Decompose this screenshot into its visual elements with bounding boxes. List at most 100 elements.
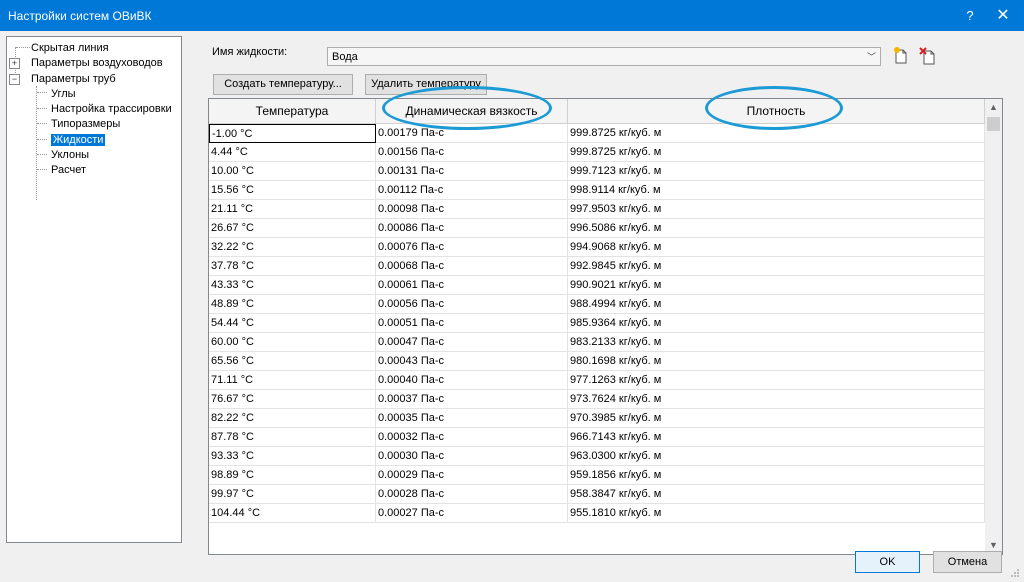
cell-density[interactable]: 992.9845 кг/куб. м <box>568 257 985 276</box>
ok-button[interactable]: OK <box>855 551 920 573</box>
table-row[interactable]: 10.00 °C 0.00131 Па-с 999.7123 кг/куб. м <box>209 162 985 181</box>
table-row[interactable]: 60.00 °C 0.00047 Па-с 983.2133 кг/куб. м <box>209 333 985 352</box>
help-button[interactable]: ? <box>960 6 980 26</box>
table-row[interactable]: 76.67 °C 0.00037 Па-с 973.7624 кг/куб. м <box>209 390 985 409</box>
cell-density[interactable]: 963.0300 кг/куб. м <box>568 447 985 466</box>
vertical-scrollbar[interactable]: ▲ ▼ <box>985 99 1002 554</box>
table-row[interactable]: 26.67 °C 0.00086 Па-с 996.5086 кг/куб. м <box>209 219 985 238</box>
cell-viscosity[interactable]: 0.00061 Па-с <box>376 276 568 295</box>
tree-item[interactable]: Углы <box>51 87 76 101</box>
cell-temperature[interactable]: 32.22 °C <box>209 238 376 257</box>
table-row[interactable]: 65.56 °C 0.00043 Па-с 980.1698 кг/куб. м <box>209 352 985 371</box>
cell-viscosity[interactable]: 0.00047 Па-с <box>376 333 568 352</box>
tree-item[interactable]: Настройка трассировки <box>51 102 172 116</box>
delete-temperature-button[interactable]: Удалить температуру <box>365 74 487 95</box>
cancel-button[interactable]: Отмена <box>933 551 1002 573</box>
table-row[interactable]: 93.33 °C 0.00030 Па-с 963.0300 кг/куб. м <box>209 447 985 466</box>
cell-temperature[interactable]: 60.00 °C <box>209 333 376 352</box>
cell-viscosity[interactable]: 0.00076 Па-с <box>376 238 568 257</box>
cell-density[interactable]: 999.8725 кг/куб. м <box>568 143 985 162</box>
fluid-name-select[interactable]: Вода ﹀ <box>327 47 881 66</box>
table-row[interactable]: 43.33 °C 0.00061 Па-с 990.9021 кг/куб. м <box>209 276 985 295</box>
delete-fluid-button[interactable] <box>918 46 938 66</box>
cell-viscosity[interactable]: 0.00068 Па-с <box>376 257 568 276</box>
header-density[interactable]: Плотность <box>568 99 985 124</box>
tree-item[interactable]: Параметры воздуховодов <box>31 56 163 70</box>
cell-temperature[interactable]: 76.67 °C <box>209 390 376 409</box>
cell-density[interactable]: 996.5086 кг/куб. м <box>568 219 985 238</box>
cell-density[interactable]: 973.7624 кг/куб. м <box>568 390 985 409</box>
table-row[interactable]: 99.97 °C 0.00028 Па-с 958.3847 кг/куб. м <box>209 485 985 504</box>
resize-grip-icon[interactable] <box>1008 566 1020 578</box>
cell-density[interactable]: 958.3847 кг/куб. м <box>568 485 985 504</box>
cell-viscosity[interactable]: 0.00028 Па-с <box>376 485 568 504</box>
cell-temperature[interactable]: 71.11 °C <box>209 371 376 390</box>
tree-item[interactable]: Типоразмеры <box>51 117 120 131</box>
table-row[interactable]: 15.56 °C 0.00112 Па-с 998.9114 кг/куб. м <box>209 181 985 200</box>
tree-item[interactable]: Расчет <box>51 163 86 177</box>
table-row[interactable]: 54.44 °C 0.00051 Па-с 985.9364 кг/куб. м <box>209 314 985 333</box>
cell-viscosity[interactable]: 0.00037 Па-с <box>376 390 568 409</box>
cell-viscosity[interactable]: 0.00156 Па-с <box>376 143 568 162</box>
cell-density[interactable]: 999.7123 кг/куб. м <box>568 162 985 181</box>
table-row[interactable]: 4.44 °C 0.00156 Па-с 999.8725 кг/куб. м <box>209 143 985 162</box>
cell-viscosity[interactable]: 0.00040 Па-с <box>376 371 568 390</box>
cell-temperature[interactable]: 10.00 °C <box>209 162 376 181</box>
expand-icon[interactable]: + <box>9 58 20 69</box>
cell-viscosity[interactable]: 0.00098 Па-с <box>376 200 568 219</box>
header-temperature[interactable]: Температура <box>209 99 376 124</box>
cell-temperature[interactable]: 48.89 °C <box>209 295 376 314</box>
table-row[interactable]: 87.78 °C 0.00032 Па-с 966.7143 кг/куб. м <box>209 428 985 447</box>
cell-temperature[interactable]: 93.33 °C <box>209 447 376 466</box>
cell-temperature[interactable]: -1.00 °C <box>209 124 376 143</box>
cell-density[interactable]: 983.2133 кг/куб. м <box>568 333 985 352</box>
new-fluid-button[interactable] <box>891 46 911 66</box>
scroll-thumb[interactable] <box>987 117 1000 131</box>
cell-viscosity[interactable]: 0.00112 Па-с <box>376 181 568 200</box>
cell-density[interactable]: 985.9364 кг/куб. м <box>568 314 985 333</box>
tree-item[interactable]: Жидкости <box>51 133 106 147</box>
cell-density[interactable]: 980.1698 кг/куб. м <box>568 352 985 371</box>
tree-item[interactable]: Скрытая линия <box>31 41 109 55</box>
cell-temperature[interactable]: 54.44 °C <box>209 314 376 333</box>
header-dynamic-viscosity[interactable]: Динамическая вязкость <box>376 99 568 124</box>
collapse-icon[interactable]: − <box>9 74 20 85</box>
cell-density[interactable]: 988.4994 кг/куб. м <box>568 295 985 314</box>
scroll-up-icon[interactable]: ▲ <box>985 99 1002 116</box>
cell-temperature[interactable]: 99.97 °C <box>209 485 376 504</box>
cell-viscosity[interactable]: 0.00051 Па-с <box>376 314 568 333</box>
cell-viscosity[interactable]: 0.00029 Па-с <box>376 466 568 485</box>
cell-density[interactable]: 998.9114 кг/куб. м <box>568 181 985 200</box>
cell-viscosity[interactable]: 0.00043 Па-с <box>376 352 568 371</box>
cell-temperature[interactable]: 82.22 °C <box>209 409 376 428</box>
cell-density[interactable]: 997.9503 кг/куб. м <box>568 200 985 219</box>
cell-temperature[interactable]: 26.67 °C <box>209 219 376 238</box>
tree-item[interactable]: Уклоны <box>51 148 89 162</box>
cell-temperature[interactable]: 43.33 °C <box>209 276 376 295</box>
cell-temperature[interactable]: 104.44 °C <box>209 504 376 523</box>
cell-temperature[interactable]: 15.56 °C <box>209 181 376 200</box>
cell-temperature[interactable]: 4.44 °C <box>209 143 376 162</box>
cell-density[interactable]: 994.9068 кг/куб. м <box>568 238 985 257</box>
table-row[interactable]: 82.22 °C 0.00035 Па-с 970.3985 кг/куб. м <box>209 409 985 428</box>
table-row[interactable]: 104.44 °C 0.00027 Па-с 955.1810 кг/куб. м <box>209 504 985 523</box>
table-row[interactable]: 21.11 °C 0.00098 Па-с 997.9503 кг/куб. м <box>209 200 985 219</box>
table-row[interactable]: 98.89 °C 0.00029 Па-с 959.1856 кг/куб. м <box>209 466 985 485</box>
cell-temperature[interactable]: 37.78 °C <box>209 257 376 276</box>
cell-temperature[interactable]: 98.89 °C <box>209 466 376 485</box>
table-row[interactable]: 37.78 °C 0.00068 Па-с 992.9845 кг/куб. м <box>209 257 985 276</box>
table-row[interactable]: 48.89 °C 0.00056 Па-с 988.4994 кг/куб. м <box>209 295 985 314</box>
table-row[interactable]: 32.22 °C 0.00076 Па-с 994.9068 кг/куб. м <box>209 238 985 257</box>
table-row[interactable]: 71.11 °C 0.00040 Па-с 977.1263 кг/куб. м <box>209 371 985 390</box>
tree-item[interactable]: Параметры труб <box>31 72 116 86</box>
table-row[interactable]: -1.00 °C 0.00179 Па-с 999.8725 кг/куб. м <box>209 124 985 143</box>
cell-density[interactable]: 955.1810 кг/куб. м <box>568 504 985 523</box>
cell-viscosity[interactable]: 0.00032 Па-с <box>376 428 568 447</box>
cell-temperature[interactable]: 87.78 °C <box>209 428 376 447</box>
cell-viscosity[interactable]: 0.00086 Па-с <box>376 219 568 238</box>
cell-viscosity[interactable]: 0.00027 Па-с <box>376 504 568 523</box>
cell-density[interactable]: 959.1856 кг/куб. м <box>568 466 985 485</box>
cell-viscosity[interactable]: 0.00035 Па-с <box>376 409 568 428</box>
cell-density[interactable]: 999.8725 кг/куб. м <box>568 124 985 143</box>
cell-temperature[interactable]: 65.56 °C <box>209 352 376 371</box>
